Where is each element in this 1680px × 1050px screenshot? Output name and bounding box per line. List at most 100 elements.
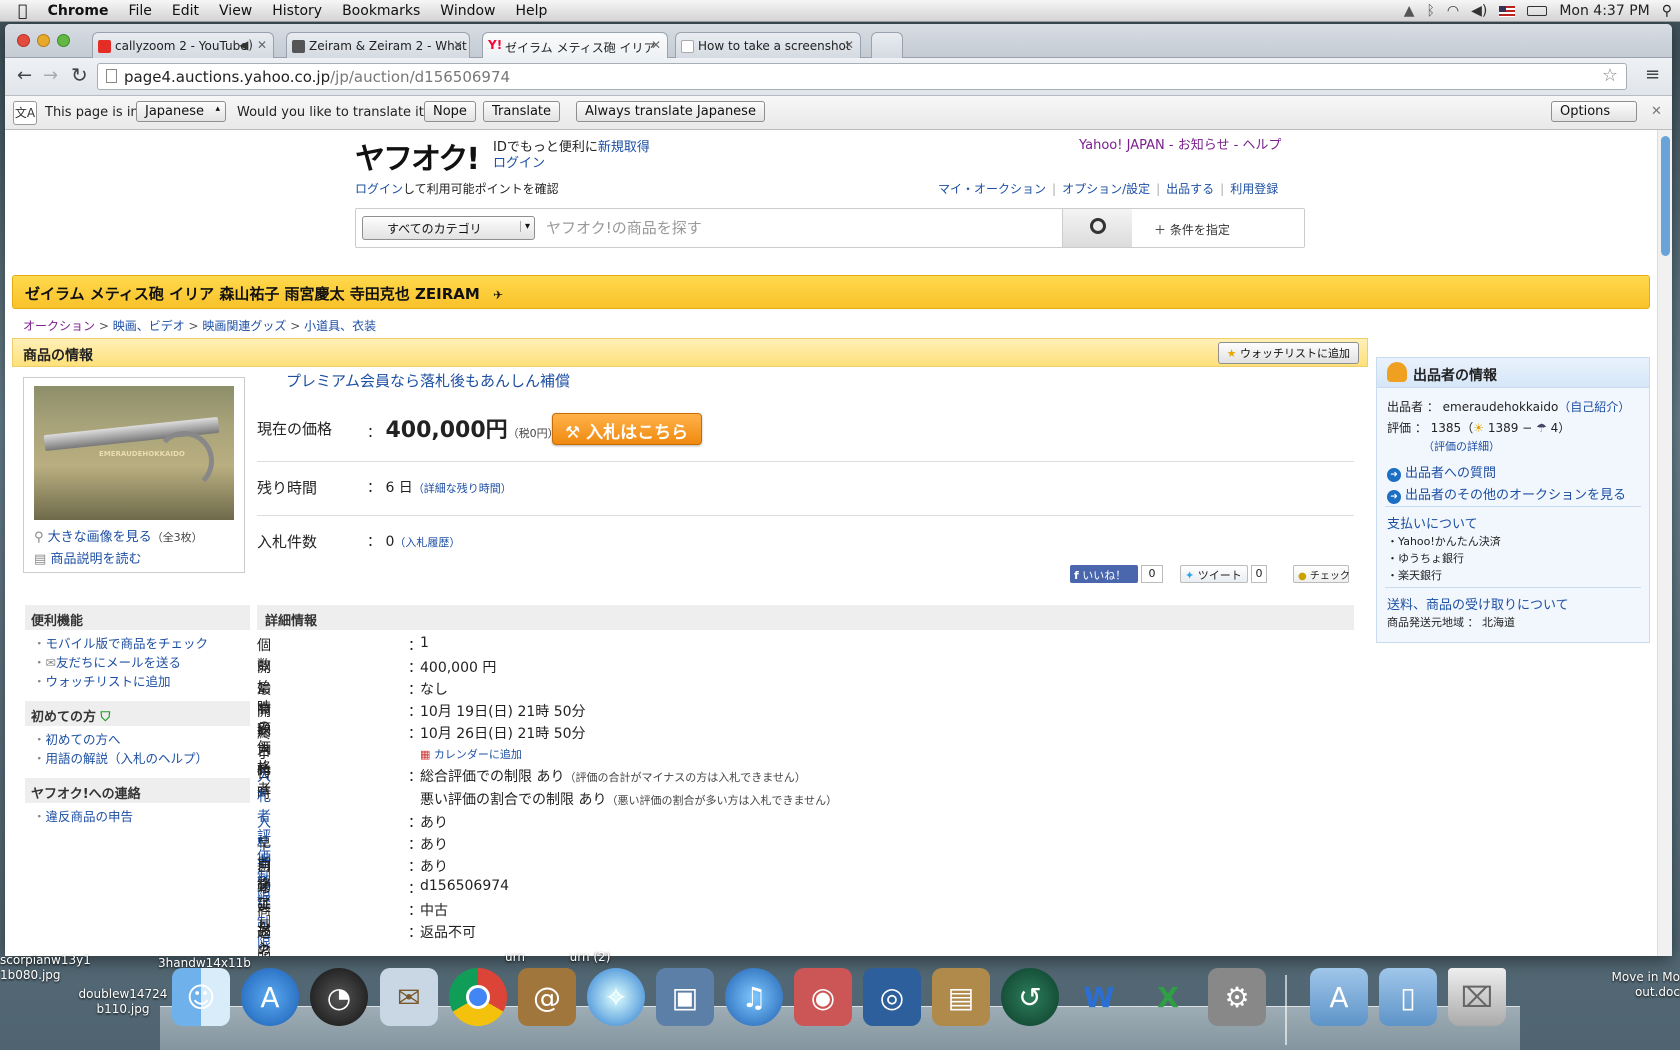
time-detail-link[interactable]: （詳細な残り時間） [413,482,512,495]
desktop-file-scorpian[interactable]: scorpianw13y1 1b080.jpg [0,953,95,983]
like-button[interactable]: f いいね！ [1070,565,1138,583]
bookmark-star-icon[interactable]: ☆ [1602,65,1618,86]
flag-icon[interactable] [1499,5,1516,17]
shipping-link[interactable]: 送料、商品の受け取りについて [1387,594,1569,613]
beginner-link[interactable]: 初めての方へ [25,730,250,749]
tab-close-icon[interactable]: ✕ [257,38,267,52]
menu-bookmarks[interactable]: Bookmarks [332,3,430,19]
help-link[interactable]: ヘルプ [1242,138,1281,153]
tab-screenshot-howto[interactable]: How to take a screenshot ✕ [675,32,861,58]
menu-view[interactable]: View [209,3,262,19]
desktop-file-move[interactable]: Move in Mo out.doc [1600,970,1680,1000]
tab-close-icon[interactable]: ✕ [844,38,854,52]
news-link[interactable]: お知らせ [1178,138,1230,153]
ask-seller-link[interactable]: 出品者への質問 [1387,462,1496,482]
nav-register[interactable]: 利用登録 [1230,182,1278,196]
trash-icon[interactable]: ⌧ [1448,968,1506,1026]
conditions-link[interactable]: ＋ 条件を指定 [1154,221,1230,238]
menu-history[interactable]: History [262,3,332,19]
reload-icon[interactable]: ↻ [71,63,88,87]
category-select[interactable]: すべてのカテゴリ ▾ [362,216,535,240]
breadcrumb-movie-video[interactable]: 映画、ビデオ [113,319,185,333]
payment-link[interactable]: 支払いについて [1387,513,1478,532]
add-watchlist-link[interactable]: ウォッチリストに追加 [25,672,250,691]
dvd-player-icon[interactable]: ◎ [863,968,921,1026]
new-tab-button[interactable] [871,32,903,58]
bid-button[interactable]: ⚒ 入札はこちら [552,413,702,445]
breadcrumb-props[interactable]: 小道具、衣装 [304,319,376,333]
nope-button[interactable]: Nope [424,101,476,122]
nav-sell[interactable]: 出品する [1166,182,1214,196]
applications-folder-icon[interactable]: A [1310,968,1368,1026]
rating-detail-link[interactable]: （評価の詳細） [1423,438,1500,454]
itunes-icon[interactable]: ♫ [725,968,783,1026]
address-book-icon[interactable]: @ [518,968,576,1026]
system-preferences-icon[interactable]: ⚙ [1208,968,1266,1026]
menu-edit[interactable]: Edit [162,3,209,19]
watchlist-add-button[interactable]: ★ ウォッチリストに追加 [1217,342,1359,364]
translate-options-button[interactable]: Options [1551,101,1637,122]
app-store-icon[interactable]: A [241,968,299,1026]
bluetooth-icon[interactable]: ᛒ [1426,3,1434,19]
tab-close-icon[interactable]: ✕ [453,38,463,52]
tab-youtube[interactable]: callyzoom 2 - YouTube ◀) ✕ [92,32,274,58]
menu-help[interactable]: Help [506,3,558,19]
translate-close-icon[interactable]: ✕ [1651,104,1662,119]
forward-icon[interactable]: → [43,65,58,86]
word-icon[interactable]: W [1070,968,1128,1026]
mobile-check-link[interactable]: モバイル版で商品をチェック [25,634,250,653]
iphoto-icon[interactable]: ▣ [656,968,714,1026]
tab-zeiram-wiki[interactable]: Zeiram & Zeiram 2 - What ✕ [286,32,470,58]
language-select[interactable]: Japanese ▴ [136,101,226,122]
excel-icon[interactable]: X [1139,968,1197,1026]
glossary-link[interactable]: 用語の解説（入札のヘルプ） [25,749,250,768]
apple-icon[interactable]:  [0,1,38,20]
finder-icon[interactable]: ☺ [172,968,230,1026]
scrollbar-thumb[interactable] [1661,136,1670,256]
breadcrumb-auction[interactable]: オークション [23,319,95,333]
large-image-link[interactable]: 大きな画像を見る [48,530,152,545]
volume-icon[interactable]: ◀) [1471,3,1487,19]
back-icon[interactable]: ← [17,65,32,86]
close-window-button[interactable] [17,34,30,47]
photo-booth-icon[interactable]: ◉ [794,968,852,1026]
tab-close-icon[interactable]: ◀) [239,38,253,52]
menu-app-name[interactable]: Chrome [38,3,119,19]
item-photo[interactable]: EMERAUDEHOKKAIDO [34,386,234,520]
address-bar[interactable]: page4.auctions.yahoo.co.jp/jp/auction/d1… [97,63,1627,90]
preview-icon[interactable]: ▤ [932,968,990,1026]
yahuoku-logo[interactable]: ヤフオク! [355,134,480,178]
chrome-icon[interactable] [449,968,507,1026]
yahoo-japan-link[interactable]: Yahoo! JAPAN [1079,138,1165,153]
tab-close-icon[interactable]: ✕ [651,38,661,52]
bid-history-link[interactable]: （入札履歴） [394,536,460,549]
translate-button[interactable]: Translate [483,101,561,122]
premium-link[interactable]: プレミアム会員なら落札後もあんしん補償 [286,370,570,391]
self-intro-link[interactable]: （自己紹介） [1558,400,1630,414]
points-login-link[interactable]: ログイン [355,182,403,196]
search-button[interactable] [1062,209,1132,247]
rating-total-link[interactable]: 1385 [1431,421,1462,435]
tweet-button[interactable]: ✦ ツイート [1180,565,1248,583]
register-link[interactable]: 新規取得 [598,140,650,155]
spotlight-icon[interactable]: ⚲ [1662,3,1672,19]
seller-id-link[interactable]: emeraudehokkaido [1443,400,1559,414]
read-description-link[interactable]: 商品説明を読む [50,552,141,567]
nav-my-auction[interactable]: マイ・オークション [938,182,1046,196]
battery-icon[interactable] [1527,6,1548,16]
menu-window[interactable]: Window [430,3,505,19]
notification-icon[interactable]: ▲ [1404,3,1415,19]
always-translate-button[interactable]: Always translate Japanese [576,101,765,122]
report-violation-link[interactable]: 違反商品の申告 [25,807,250,826]
wifi-icon[interactable]: ◠ [1447,3,1459,19]
desktop-file-urn-2[interactable]: urn (2) [565,950,615,965]
desktop-file-doublew[interactable]: doublew14724 b110.jpg [78,987,168,1017]
safari-icon[interactable]: ✧ [587,968,645,1026]
zoom-window-button[interactable] [57,34,70,47]
search-input[interactable]: ヤフオク!の商品を探す [546,217,1046,238]
breadcrumb-movie-goods[interactable]: 映画関連グッズ [202,319,286,333]
menu-file[interactable]: File [118,3,161,19]
calendar-add-link[interactable]: カレンダーに追加 [434,748,522,761]
login-link[interactable]: ログイン [493,152,545,171]
page-scrollbar[interactable] [1657,130,1672,956]
